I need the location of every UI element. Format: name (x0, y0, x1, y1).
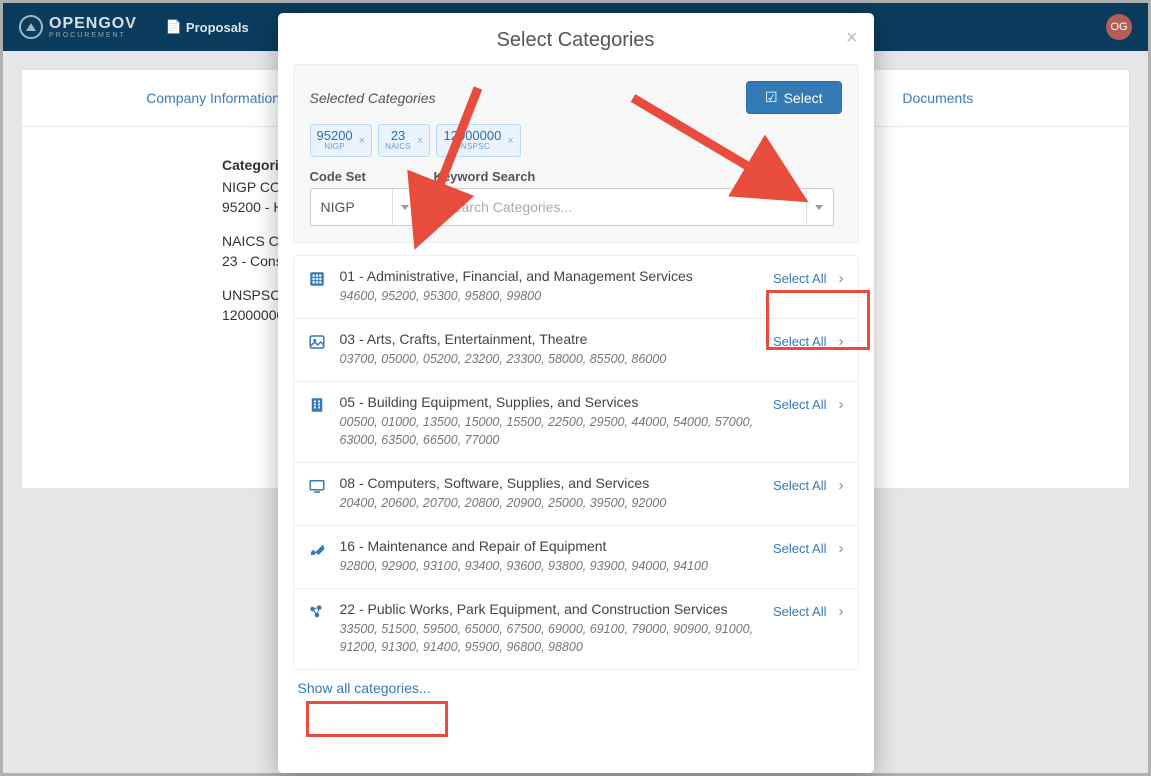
remove-chip-icon[interactable]: × (359, 135, 365, 147)
network-icon (308, 603, 328, 626)
codeset-label: Code Set (310, 169, 420, 184)
check-icon: ☑ (765, 89, 778, 106)
show-all-categories-link[interactable]: Show all categories... (298, 680, 431, 696)
laptop-icon (308, 477, 328, 500)
category-codes: 00500, 01000, 13500, 15000, 15500, 22500… (340, 413, 760, 451)
category-title: 22 - Public Works, Park Equipment, and C… (340, 601, 762, 617)
category-title: 05 - Building Equipment, Supplies, and S… (340, 394, 762, 410)
modal-overlay: Select Categories × Selected Categories … (3, 3, 1148, 773)
category-codes: 20400, 20600, 20700, 20800, 20900, 25000… (340, 494, 760, 513)
category-row[interactable]: 01 - Administrative, Financial, and Mana… (294, 256, 858, 319)
select-all-link[interactable]: Select All › (773, 331, 843, 350)
calculator-icon (308, 270, 328, 293)
select-all-link[interactable]: Select All › (773, 538, 843, 557)
category-row[interactable]: 22 - Public Works, Park Equipment, and C… (294, 589, 858, 670)
chevron-right-icon: › (839, 603, 844, 620)
chevron-right-icon: › (839, 333, 844, 350)
select-all-link[interactable]: Select All › (773, 475, 843, 494)
category-title: 08 - Computers, Software, Supplies, and … (340, 475, 762, 491)
remove-chip-icon[interactable]: × (507, 135, 513, 147)
select-button[interactable]: ☑ Select (746, 81, 841, 114)
category-title: 01 - Administrative, Financial, and Mana… (340, 268, 762, 284)
category-chip[interactable]: 12000000UNSPSC× (436, 124, 520, 157)
select-all-link[interactable]: Select All › (773, 268, 843, 287)
category-row[interactable]: 05 - Building Equipment, Supplies, and S… (294, 382, 858, 464)
select-all-link[interactable]: Select All › (773, 394, 843, 413)
keyword-label: Keyword Search (434, 169, 834, 184)
category-chip[interactable]: 95200NIGP× (310, 124, 373, 157)
chevron-down-icon (401, 205, 409, 210)
select-categories-modal: Select Categories × Selected Categories … (278, 13, 874, 773)
category-codes: 33500, 51500, 59500, 65000, 67500, 69000… (340, 620, 760, 658)
category-title: 03 - Arts, Crafts, Entertainment, Theatr… (340, 331, 762, 347)
building-icon (308, 396, 328, 419)
category-list: 01 - Administrative, Financial, and Mana… (293, 255, 859, 670)
category-codes: 94600, 95200, 95300, 95800, 99800 (340, 287, 760, 306)
remove-chip-icon[interactable]: × (417, 135, 423, 147)
category-row[interactable]: 08 - Computers, Software, Supplies, and … (294, 463, 858, 526)
codeset-select[interactable]: NIGP (310, 188, 420, 226)
category-row[interactable]: 16 - Maintenance and Repair of Equipment… (294, 526, 858, 589)
category-title: 16 - Maintenance and Repair of Equipment (340, 538, 762, 554)
modal-title: Select Categories (497, 29, 655, 51)
chevron-right-icon: › (839, 396, 844, 413)
chevron-down-icon (815, 205, 823, 210)
category-chip[interactable]: 23NAICS× (378, 124, 430, 157)
select-all-link[interactable]: Select All › (773, 601, 843, 620)
keyword-search-input[interactable]: Search Categories... (434, 188, 834, 226)
wrench-icon (308, 540, 328, 563)
selected-categories-label: Selected Categories (310, 90, 436, 106)
category-codes: 03700, 05000, 05200, 23200, 23300, 58000… (340, 350, 760, 369)
chevron-right-icon: › (839, 477, 844, 494)
close-icon[interactable]: × (846, 27, 858, 50)
category-row[interactable]: 03 - Arts, Crafts, Entertainment, Theatr… (294, 319, 858, 382)
chevron-right-icon: › (839, 270, 844, 287)
chevron-right-icon: › (839, 540, 844, 557)
category-codes: 92800, 92900, 93100, 93400, 93600, 93800… (340, 557, 760, 576)
filter-panel: Selected Categories ☑ Select 95200NIGP×2… (293, 64, 859, 243)
picture-icon (308, 333, 328, 356)
